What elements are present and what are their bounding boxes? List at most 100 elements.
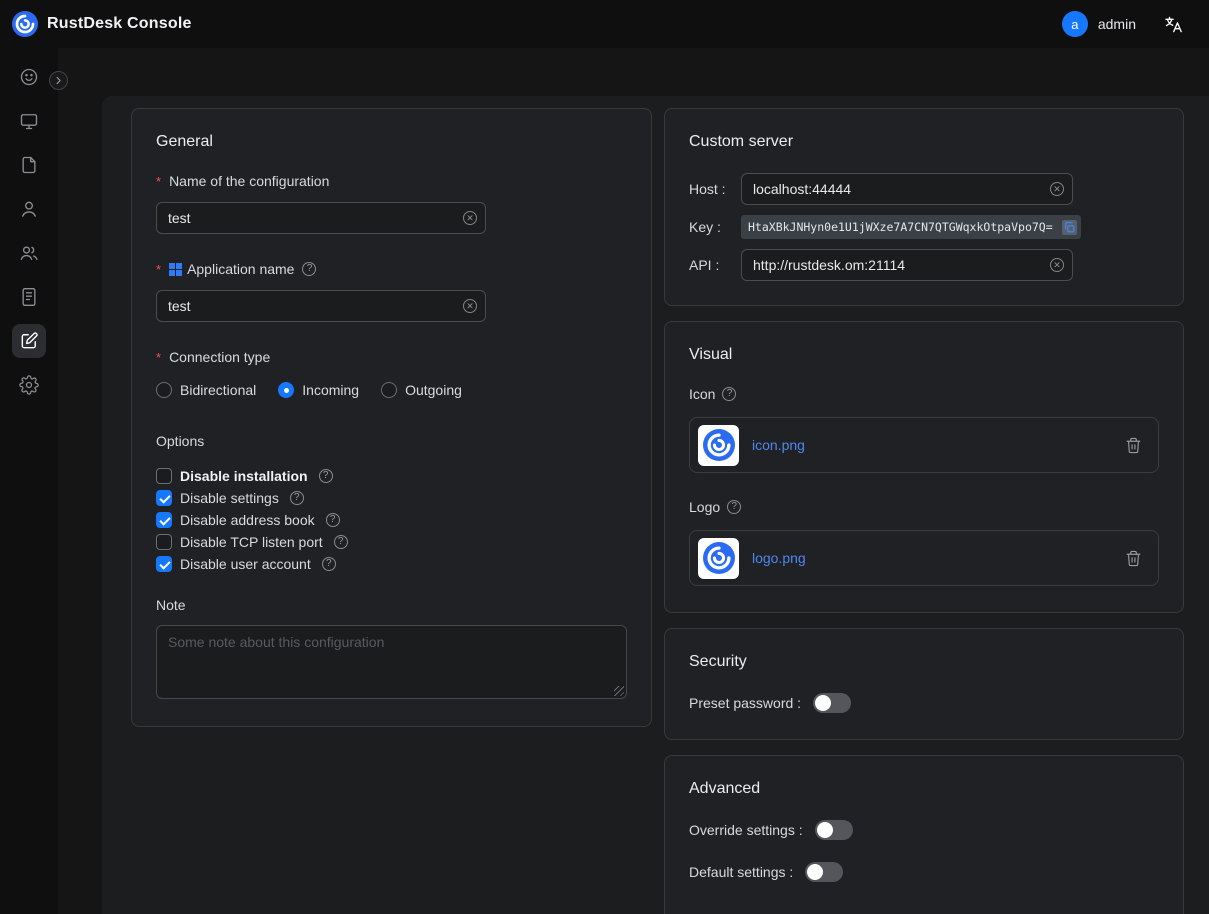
help-icon[interactable]: ? xyxy=(722,387,736,401)
app-field-label: Application name xyxy=(187,261,294,277)
options-label: Options xyxy=(156,433,627,449)
general-card: General Name of the configuration ✕ Appl… xyxy=(131,108,652,727)
clear-host-icon[interactable]: ✕ xyxy=(1050,182,1064,196)
custom-server-card: Custom server Host : ✕ Key : HtaXBkJN xyxy=(664,108,1184,306)
content-panel: General Name of the configuration ✕ Appl… xyxy=(102,96,1209,914)
translate-icon[interactable] xyxy=(1164,15,1183,34)
name-field-label: Name of the configuration xyxy=(169,173,329,189)
clear-api-icon[interactable]: ✕ xyxy=(1050,258,1064,272)
checkbox-label: Disable user account xyxy=(180,556,311,572)
trash-icon[interactable] xyxy=(1125,550,1142,567)
host-input[interactable] xyxy=(741,173,1073,205)
radio-outgoing[interactable]: Outgoing xyxy=(381,382,462,398)
host-label: Host : xyxy=(689,181,741,197)
clear-app-name-icon[interactable]: ✕ xyxy=(463,299,477,313)
users-icon[interactable] xyxy=(12,236,46,270)
logo-label: Logo xyxy=(689,499,720,515)
name-field-label-row: Name of the configuration xyxy=(156,173,627,189)
radio-circle[interactable] xyxy=(278,382,294,398)
checkbox-box[interactable] xyxy=(156,534,172,550)
checkbox-disable-settings[interactable]: Disable settings ? xyxy=(156,490,627,506)
logo-label-row: Logo ? xyxy=(689,499,1159,515)
logo-file-link[interactable]: logo.png xyxy=(752,550,1112,566)
radio-bidirectional[interactable]: Bidirectional xyxy=(156,382,256,398)
required-asterisk xyxy=(156,349,164,365)
help-icon[interactable]: ? xyxy=(326,513,340,527)
copy-icon[interactable] xyxy=(1062,220,1077,235)
app-shell: General Name of the configuration ✕ Appl… xyxy=(0,48,1209,914)
default-settings-toggle[interactable] xyxy=(805,862,843,882)
help-icon[interactable]: ? xyxy=(727,500,741,514)
user-area: a admin xyxy=(1062,11,1183,37)
logo-file-item: logo.png xyxy=(689,530,1159,586)
monitor-icon[interactable] xyxy=(12,104,46,138)
api-row: API : ✕ xyxy=(689,249,1159,281)
radio-incoming[interactable]: Incoming xyxy=(278,382,359,398)
override-settings-toggle[interactable] xyxy=(815,820,853,840)
radio-label: Bidirectional xyxy=(180,382,256,398)
icon-label: Icon xyxy=(689,386,715,402)
default-settings-label: Default settings : xyxy=(689,864,793,880)
checkbox-disable-user-account[interactable]: Disable user account ? xyxy=(156,556,627,572)
checkbox-box[interactable] xyxy=(156,490,172,506)
app-title: RustDesk Console xyxy=(47,15,192,33)
edit-icon[interactable] xyxy=(12,324,46,358)
checkbox-disable-tcp-listen-port[interactable]: Disable TCP listen port ? xyxy=(156,534,627,550)
trash-icon[interactable] xyxy=(1125,437,1142,454)
user-icon[interactable] xyxy=(12,192,46,226)
config-name-input[interactable] xyxy=(156,202,486,234)
checkbox-label: Disable TCP listen port xyxy=(180,534,323,550)
help-icon[interactable]: ? xyxy=(290,491,304,505)
api-label: API : xyxy=(689,257,741,273)
sidebar-nav xyxy=(0,48,58,914)
key-label: Key : xyxy=(689,219,741,235)
visual-title: Visual xyxy=(689,346,1159,364)
logo-thumbnail xyxy=(698,538,739,579)
icon-file-link[interactable]: icon.png xyxy=(752,437,1112,453)
radio-circle[interactable] xyxy=(156,382,172,398)
checkbox-disable-address-book[interactable]: Disable address book ? xyxy=(156,512,627,528)
help-icon[interactable]: ? xyxy=(302,262,316,276)
document-icon[interactable] xyxy=(12,148,46,182)
help-icon[interactable]: ? xyxy=(322,557,336,571)
key-value: HtaXBkJNHyn0e1U1jWXze7A7CN7QTGWqxkOtpaVp… xyxy=(748,220,1057,234)
preset-password-toggle[interactable] xyxy=(813,693,851,713)
checkbox-box[interactable] xyxy=(156,512,172,528)
default-settings-row: Default settings : xyxy=(689,862,1159,882)
help-icon[interactable]: ? xyxy=(334,535,348,549)
radio-circle[interactable] xyxy=(381,382,397,398)
host-row: Host : ✕ xyxy=(689,173,1159,205)
application-name-input[interactable] xyxy=(156,290,486,322)
advanced-card: Advanced Override settings : Default set… xyxy=(664,755,1184,914)
help-icon[interactable]: ? xyxy=(319,469,333,483)
checkbox-label: Disable settings xyxy=(180,490,279,506)
checkbox-box[interactable] xyxy=(156,468,172,484)
note-textarea[interactable] xyxy=(156,625,627,699)
security-title: Security xyxy=(689,653,1159,671)
windows-icon xyxy=(169,263,182,276)
username[interactable]: admin xyxy=(1098,16,1136,32)
gear-icon[interactable] xyxy=(12,368,46,402)
connection-type-label-row: Connection type xyxy=(156,349,627,365)
smiley-icon[interactable] xyxy=(12,60,46,94)
main-area: General Name of the configuration ✕ Appl… xyxy=(58,48,1209,914)
checkbox-label: Disable installation xyxy=(180,468,308,484)
checkbox-box[interactable] xyxy=(156,556,172,572)
icon-file-item: icon.png xyxy=(689,417,1159,473)
name-input-wrap: ✕ xyxy=(156,202,486,234)
security-card: Security Preset password : xyxy=(664,628,1184,740)
api-input[interactable] xyxy=(741,249,1073,281)
sidebar-expand-button[interactable] xyxy=(49,71,68,90)
audit-log-icon[interactable] xyxy=(12,280,46,314)
required-asterisk xyxy=(156,261,164,277)
icon-thumbnail xyxy=(698,425,739,466)
note-label: Note xyxy=(156,597,627,613)
connection-type-label: Connection type xyxy=(169,349,270,365)
rustdesk-logo-icon xyxy=(12,11,38,37)
clear-name-icon[interactable]: ✕ xyxy=(463,211,477,225)
avatar[interactable]: a xyxy=(1062,11,1088,37)
key-field: HtaXBkJNHyn0e1U1jWXze7A7CN7QTGWqxkOtpaVp… xyxy=(741,215,1081,239)
required-asterisk xyxy=(156,173,164,189)
brand: RustDesk Console xyxy=(12,11,192,37)
checkbox-disable-installation[interactable]: Disable installation ? xyxy=(156,468,627,484)
